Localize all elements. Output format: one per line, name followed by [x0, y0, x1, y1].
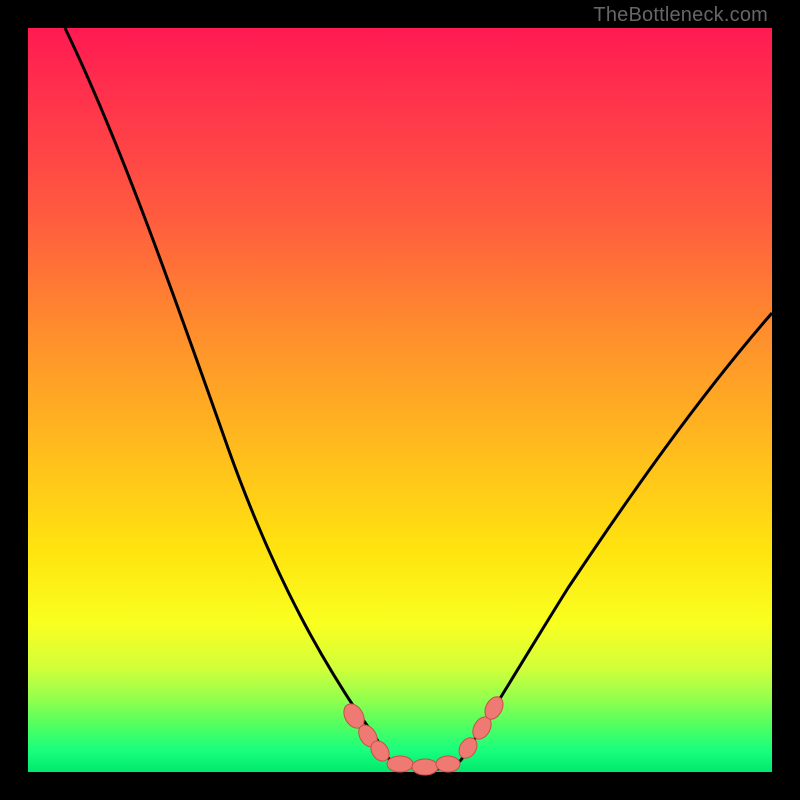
watermark-text: TheBottleneck.com — [593, 4, 768, 27]
marker-dot — [412, 759, 438, 775]
marker-group — [340, 694, 507, 775]
chart-frame: TheBottleneck.com — [0, 0, 800, 800]
marker-dot — [387, 756, 413, 772]
marker-dot — [436, 756, 460, 772]
left-curve — [65, 28, 388, 758]
right-curve — [461, 313, 772, 760]
chart-svg — [28, 28, 772, 772]
